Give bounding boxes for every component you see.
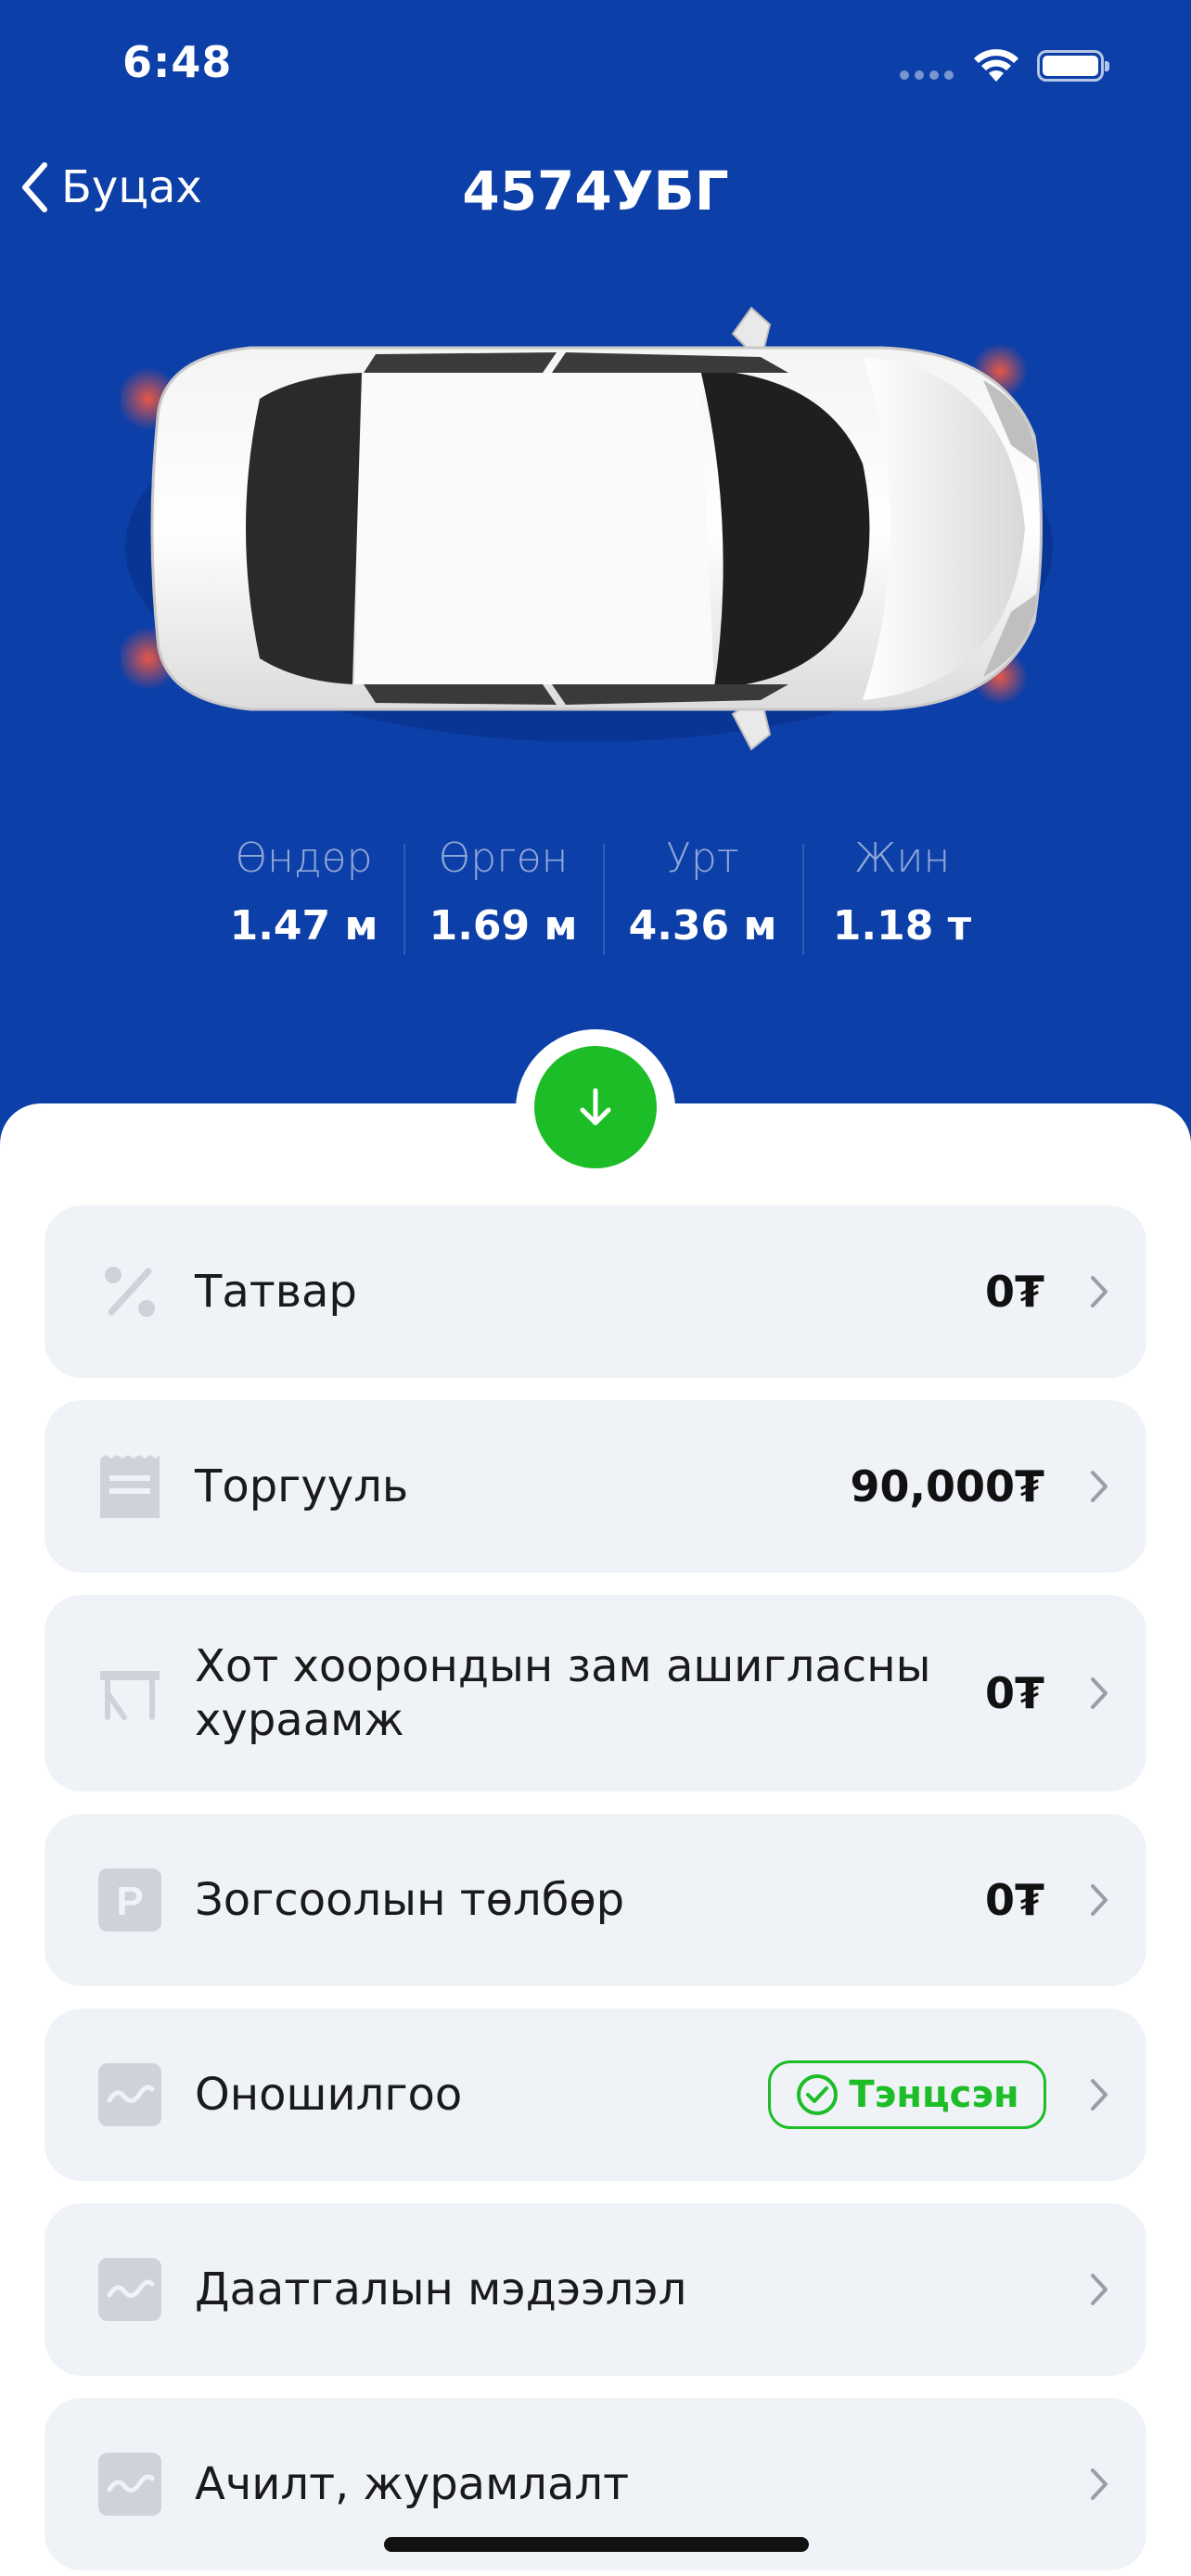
diagnostics-icon bbox=[98, 2453, 161, 2516]
chevron-right-icon bbox=[1091, 2274, 1108, 2305]
row-label: Даатгалын мэдээлэл bbox=[195, 2264, 687, 2315]
dimension-value: 1.69 м bbox=[429, 902, 578, 950]
wifi-icon bbox=[974, 49, 1018, 82]
dimension-label: Өндөр bbox=[235, 835, 373, 882]
list-item-parking[interactable]: P Зогсоолын төлбөр 0₮ bbox=[45, 1814, 1146, 1986]
diagnostics-icon bbox=[98, 2258, 161, 2321]
list-item-tax[interactable]: Татвар 0₮ bbox=[45, 1205, 1146, 1378]
badge-label: Тэнцсэн bbox=[849, 2073, 1019, 2116]
arrow-down-icon bbox=[580, 1088, 611, 1126]
chevron-right-icon bbox=[1091, 1677, 1108, 1709]
collapse-button[interactable] bbox=[534, 1046, 657, 1168]
chevron-right-icon bbox=[1091, 1471, 1108, 1502]
parking-icon: P bbox=[98, 1868, 161, 1932]
cellular-signal-icon bbox=[900, 70, 954, 80]
status-badge: Тэнцсэн bbox=[768, 2060, 1046, 2129]
row-label: Зогсоолын төлбөр bbox=[195, 1874, 625, 1926]
list-item-diagnostics[interactable]: Оношилгоо Тэнцсэн bbox=[45, 2009, 1146, 2181]
receipt-icon bbox=[100, 1455, 160, 1518]
row-label: Ачилт, журамлалт bbox=[195, 2458, 630, 2510]
row-label: Торгууль bbox=[195, 1460, 409, 1512]
dimensions-panel: Өндөр 1.47 м Өргөн 1.69 м Урт 4.36 м Жин… bbox=[204, 835, 1002, 964]
dimension-height: Өндөр 1.47 м bbox=[204, 835, 403, 964]
chevron-right-icon bbox=[1091, 1884, 1108, 1916]
row-value: 0₮ bbox=[984, 1875, 1044, 1925]
status-time: 6:48 bbox=[122, 37, 233, 87]
page-title: 4574УБГ bbox=[462, 159, 729, 223]
chevron-right-icon bbox=[1091, 2468, 1108, 2500]
chevron-right-icon bbox=[1091, 2079, 1108, 2111]
dimension-length: Урт 4.36 м bbox=[603, 835, 802, 964]
row-value: 90,000₮ bbox=[850, 1461, 1044, 1511]
row-label: Татвар bbox=[195, 1266, 357, 1318]
dimension-value: 1.47 м bbox=[229, 902, 378, 950]
home-indicator[interactable] bbox=[384, 2537, 809, 2552]
diagnostics-icon bbox=[98, 2063, 161, 2126]
nav-bar: Буцах 4574УБГ bbox=[0, 148, 1191, 241]
dimension-weight: Жин 1.18 т bbox=[802, 835, 1002, 964]
row-value: 0₮ bbox=[984, 1668, 1044, 1718]
percent-icon bbox=[105, 1267, 155, 1317]
list-item-fines[interactable]: Торгууль 90,000₮ bbox=[45, 1400, 1146, 1573]
svg-text:P: P bbox=[116, 1879, 143, 1924]
list-item-insurance[interactable]: Даатгалын мэдээлэл bbox=[45, 2203, 1146, 2376]
row-value: 0₮ bbox=[984, 1267, 1044, 1317]
dimension-label: Өргөн bbox=[438, 835, 569, 882]
check-circle-icon bbox=[797, 2074, 839, 2115]
dimension-value: 1.18 т bbox=[832, 902, 972, 950]
dimension-width: Өргөн 1.69 м bbox=[403, 835, 603, 964]
dimension-label: Урт bbox=[666, 835, 739, 882]
row-label: Хот хоорондын зам ашигласны хураамж bbox=[195, 1640, 931, 1746]
chevron-right-icon bbox=[1091, 1276, 1108, 1307]
dimension-label: Жин bbox=[853, 835, 951, 882]
road-barrier-icon bbox=[100, 1671, 160, 1720]
status-bar: 6:48 bbox=[0, 0, 1191, 130]
dimension-value: 4.36 м bbox=[628, 902, 777, 950]
list-item-road-toll[interactable]: Хот хоорондын зам ашигласны хураамж 0₮ bbox=[45, 1595, 1146, 1792]
battery-icon bbox=[1037, 50, 1109, 82]
car-image bbox=[121, 306, 1053, 751]
